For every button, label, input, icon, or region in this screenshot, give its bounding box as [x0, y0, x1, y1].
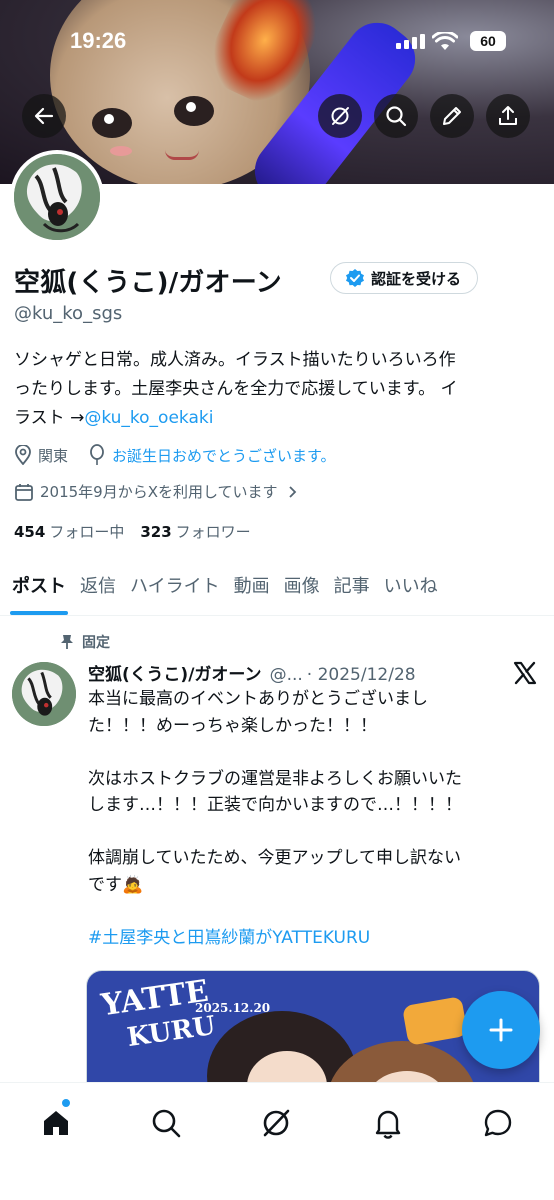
verified-badge-icon	[346, 269, 364, 287]
profile-meta: 関東 お誕生日おめでとうございます。	[14, 444, 336, 466]
post-text-line: します…！！！正装で向かいますので…！！！！	[88, 795, 462, 815]
home-icon	[44, 1111, 68, 1135]
pinned-label: 固定	[82, 635, 110, 651]
post-author-avatar[interactable]	[12, 662, 76, 726]
balloon-icon	[90, 444, 104, 465]
followers-link[interactable]: 323 フォロワー	[140, 521, 250, 542]
get-verified-button[interactable]: 認証を受ける	[330, 262, 479, 294]
nav-explore[interactable]	[146, 1103, 186, 1143]
post-header: 空狐(くうこ)/ガオーン @... · 2025/12/28	[88, 660, 508, 685]
cellular-signal-icon	[396, 34, 425, 49]
bio-line: ラスト →@ku_ko_oekaki	[14, 404, 539, 433]
post-hashtag[interactable]: #土屋李央と田嶌紗蘭がYATTEKURU	[88, 925, 538, 952]
tab-images[interactable]: 画像	[284, 566, 320, 615]
banner-doll-eye	[174, 96, 214, 126]
home-notification-dot	[62, 1099, 70, 1107]
joined-date: 2015年9月からXを利用しています	[40, 483, 278, 501]
search-icon	[152, 1109, 181, 1138]
status-time: 19:26	[70, 28, 127, 53]
get-verified-label: 認証を受ける	[371, 269, 462, 288]
banner-doll-cheek	[110, 146, 132, 156]
avatar-illustration	[14, 154, 100, 240]
banner-doll-eye	[92, 108, 132, 138]
share-icon	[499, 106, 517, 125]
banner-doll-mouth	[165, 150, 199, 160]
bio-text: ラスト →	[14, 408, 85, 428]
bottom-navigation	[0, 1082, 554, 1200]
post-text-line	[88, 898, 538, 925]
bell-icon	[375, 1110, 401, 1139]
tab-likes[interactable]: いいね	[384, 566, 438, 615]
back-button[interactable]	[22, 94, 66, 138]
joined-date-row[interactable]: 2015年9月からXを利用しています	[14, 481, 300, 502]
compose-button[interactable]	[462, 991, 540, 1069]
bio-mention-link[interactable]: @ku_ko_oekaki	[84, 408, 213, 428]
post-text-line: 本当に最高のイベントありがとうございまし	[88, 689, 428, 709]
tab-highlights[interactable]: ハイライト	[130, 566, 220, 615]
follow-stats: 454 フォロー中 323 フォロワー	[14, 521, 251, 542]
profile-handle: @ku_ko_sgs	[14, 303, 123, 324]
share-button[interactable]	[486, 94, 530, 138]
image-date-text: 2025.12.20	[195, 1001, 271, 1015]
followers-label: フォロワー	[175, 523, 251, 541]
avatar-illustration	[12, 662, 76, 726]
x-logo-icon[interactable]	[512, 660, 538, 686]
profile-name-row: 空狐(くうこ)/ガオーン	[14, 262, 282, 299]
image-sticker	[401, 996, 469, 1046]
nav-home[interactable]	[36, 1103, 76, 1143]
calendar-icon	[15, 483, 33, 501]
plus-icon	[489, 1018, 513, 1042]
search-button[interactable]	[374, 94, 418, 138]
post-text-line: 体調崩していたため、今更アップして申し訳ない	[88, 848, 461, 868]
back-arrow-icon	[34, 107, 54, 125]
post-author-handle[interactable]: @...	[270, 665, 303, 685]
post-text-line: た！！！めーっちゃ楽しかった！！！	[88, 715, 377, 736]
post-text-line	[88, 739, 538, 766]
grok-icon	[331, 107, 349, 125]
post-date[interactable]: · 2025/12/28	[307, 665, 416, 685]
nav-grok[interactable]	[256, 1103, 296, 1143]
following-label: フォロー中	[49, 523, 125, 541]
display-name: 空狐(くうこ)/ガオーン	[14, 268, 282, 298]
pencil-icon	[443, 107, 461, 125]
tab-replies[interactable]: 返信	[80, 566, 116, 615]
profile-bio: ソシャゲと日常。成人済み。イラスト描いたりいろいろ作 ったりします。土屋李央さん…	[14, 346, 539, 433]
nav-messages[interactable]	[478, 1103, 518, 1143]
tab-posts[interactable]: ポスト	[10, 566, 68, 615]
search-icon	[386, 106, 407, 127]
pinned-indicator: 固定	[60, 632, 110, 652]
post-author-name[interactable]: 空狐(くうこ)/ガオーン	[88, 660, 262, 685]
tab-videos[interactable]: 動画	[234, 566, 270, 615]
chat-bubble-icon	[484, 1109, 512, 1137]
wifi-icon	[432, 32, 458, 50]
chevron-right-icon	[288, 485, 296, 498]
nav-notifications[interactable]	[368, 1103, 408, 1143]
battery-indicator: 60	[470, 31, 506, 51]
post-text-line: です🙇	[88, 874, 144, 895]
followers-count: 323	[140, 523, 172, 541]
birthday-text[interactable]: お誕生日おめでとうございます。	[112, 445, 336, 466]
grok-icon	[263, 1109, 290, 1137]
bio-line: ったりします。土屋李央さんを全力で応援しています。 イ	[14, 379, 458, 399]
pin-icon	[61, 635, 73, 649]
profile-tabs: ポスト 返信 ハイライト 動画 画像 記事 いいね	[0, 566, 554, 616]
status-bar: 19:26 60	[0, 26, 554, 58]
post-text: 本当に最高のイベントありがとうございまし た！！！めーっちゃ楽しかった！！！ 次…	[88, 686, 538, 951]
following-link[interactable]: 454 フォロー中	[14, 521, 124, 542]
edit-button[interactable]	[430, 94, 474, 138]
grok-button[interactable]	[318, 94, 362, 138]
profile-location: 関東	[38, 446, 69, 465]
location-pin-icon	[15, 445, 31, 465]
post-text-line	[88, 819, 538, 846]
post-text-line: 次はホストクラブの運営是非よろしくお願いいた	[88, 768, 462, 789]
following-count: 454	[14, 523, 46, 541]
profile-avatar[interactable]	[10, 150, 104, 244]
bio-line: ソシャゲと日常。成人済み。イラスト描いたりいろいろ作	[14, 350, 456, 370]
tab-articles[interactable]: 記事	[334, 566, 370, 615]
